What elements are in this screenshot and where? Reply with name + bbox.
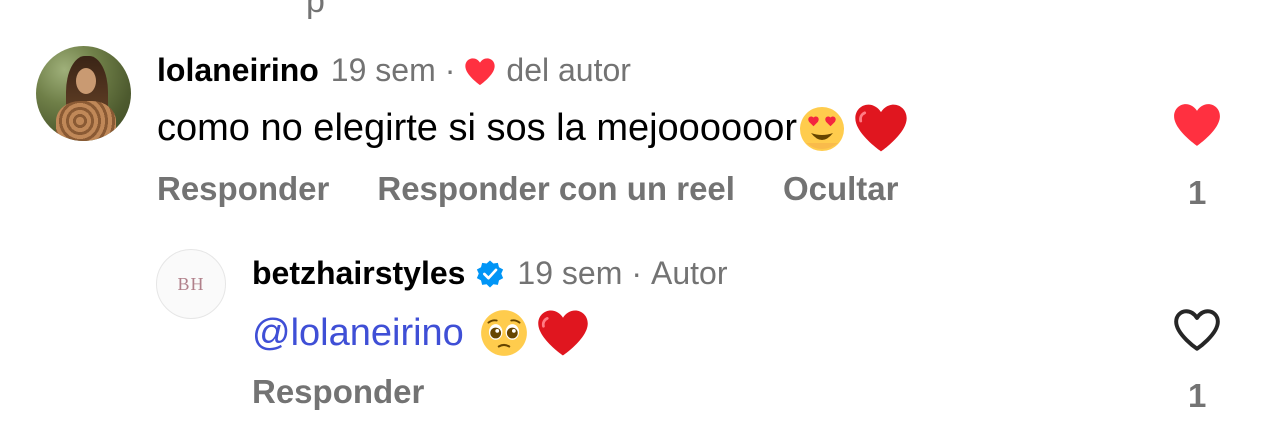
- avatar[interactable]: BH: [156, 249, 226, 319]
- separator-dot: ·: [444, 52, 456, 88]
- heart-outline-icon[interactable]: [1172, 307, 1222, 353]
- heart-filled-icon[interactable]: [1172, 102, 1222, 148]
- like-count[interactable]: 1: [1188, 174, 1206, 212]
- separator-dot: ·: [631, 255, 643, 291]
- reply-button[interactable]: Responder: [157, 170, 329, 207]
- liked-by-author-label: del autor: [506, 52, 631, 88]
- reply-with-reel-button[interactable]: Responder con un reel: [377, 170, 735, 207]
- heart-filled-icon: [465, 57, 496, 85]
- comment-text: como no elegirte si sos la mejoooooor: [157, 102, 909, 154]
- mention-link[interactable]: @lolaneirino: [252, 312, 464, 355]
- like-count[interactable]: 1: [1188, 377, 1206, 415]
- heart-eyes-emoji-icon: [800, 107, 845, 151]
- author-badge: Autor: [651, 255, 728, 291]
- comment-header: betzhairstyles 19 sem · Autor: [252, 255, 728, 292]
- comment-actions: Responder Responder con un reel Ocultar: [157, 170, 947, 208]
- brand-logo: BH: [177, 273, 205, 294]
- avatar[interactable]: [36, 46, 131, 141]
- hide-button[interactable]: Ocultar: [783, 170, 899, 207]
- red-heart-emoji-icon: [855, 104, 907, 152]
- reply-button[interactable]: Responder: [252, 373, 424, 410]
- comment-time: 19 sem: [330, 52, 436, 88]
- pleading-face-emoji-icon: [480, 310, 527, 356]
- cut-off-text: p: [306, 0, 325, 20]
- comment-header: lolaneirino 19 sem · del autor: [157, 52, 631, 89]
- comment-text: @lolaneirino: [252, 307, 590, 359]
- comment-body: como no elegirte si sos la mejoooooor: [157, 106, 798, 149]
- comment-time: 19 sem: [517, 255, 623, 291]
- red-heart-emoji-icon: [538, 310, 588, 356]
- comment-username[interactable]: betzhairstyles: [252, 255, 465, 292]
- comment-username[interactable]: lolaneirino: [157, 52, 319, 89]
- verified-badge-icon: [477, 260, 504, 287]
- comment-actions: Responder: [252, 373, 472, 411]
